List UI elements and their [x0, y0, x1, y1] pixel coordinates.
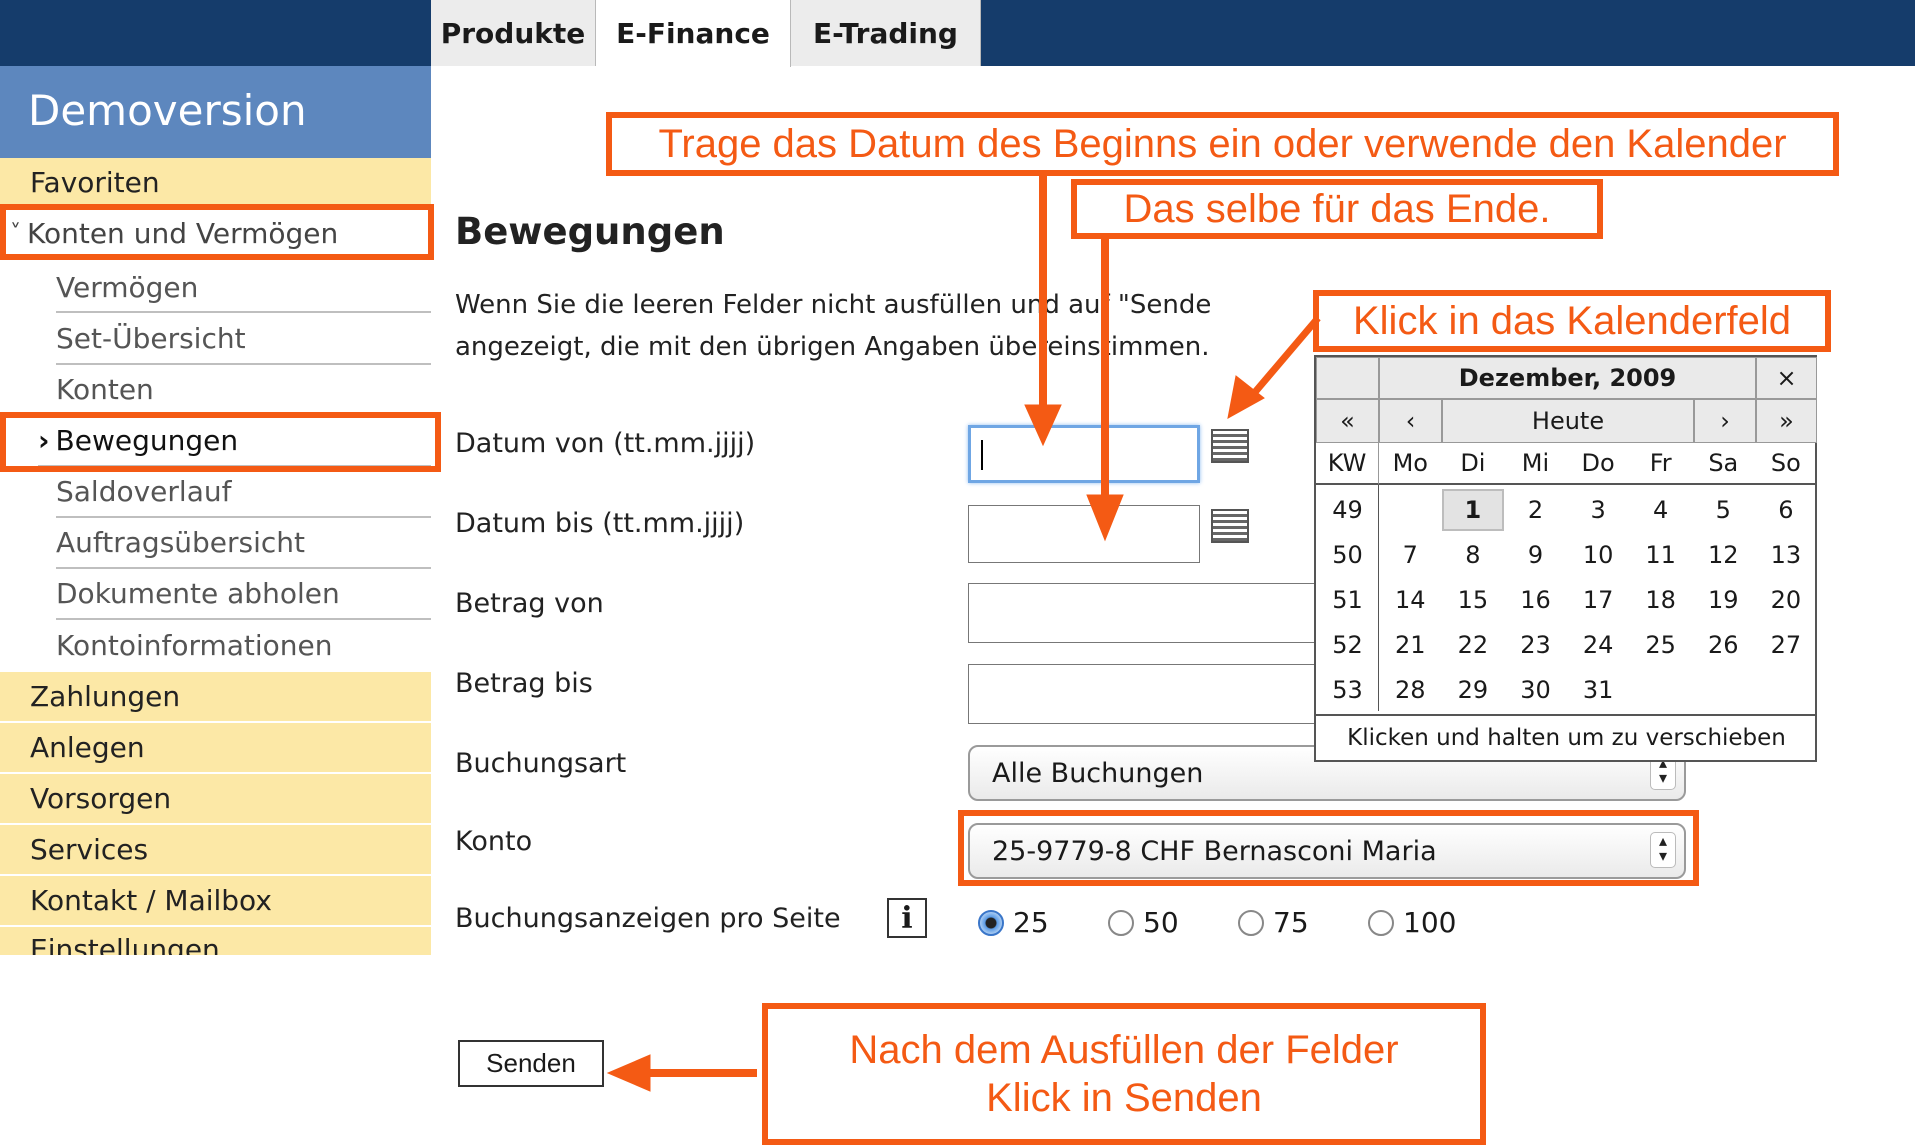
arrow-to-datum-von-icon — [1024, 404, 1062, 447]
arrow-to-send-icon — [606, 1054, 651, 1092]
arrow-to-calendar-icon — [1227, 375, 1265, 419]
annotation-arrows — [606, 176, 1321, 1092]
arrow-to-datum-bis-icon — [1086, 494, 1124, 542]
